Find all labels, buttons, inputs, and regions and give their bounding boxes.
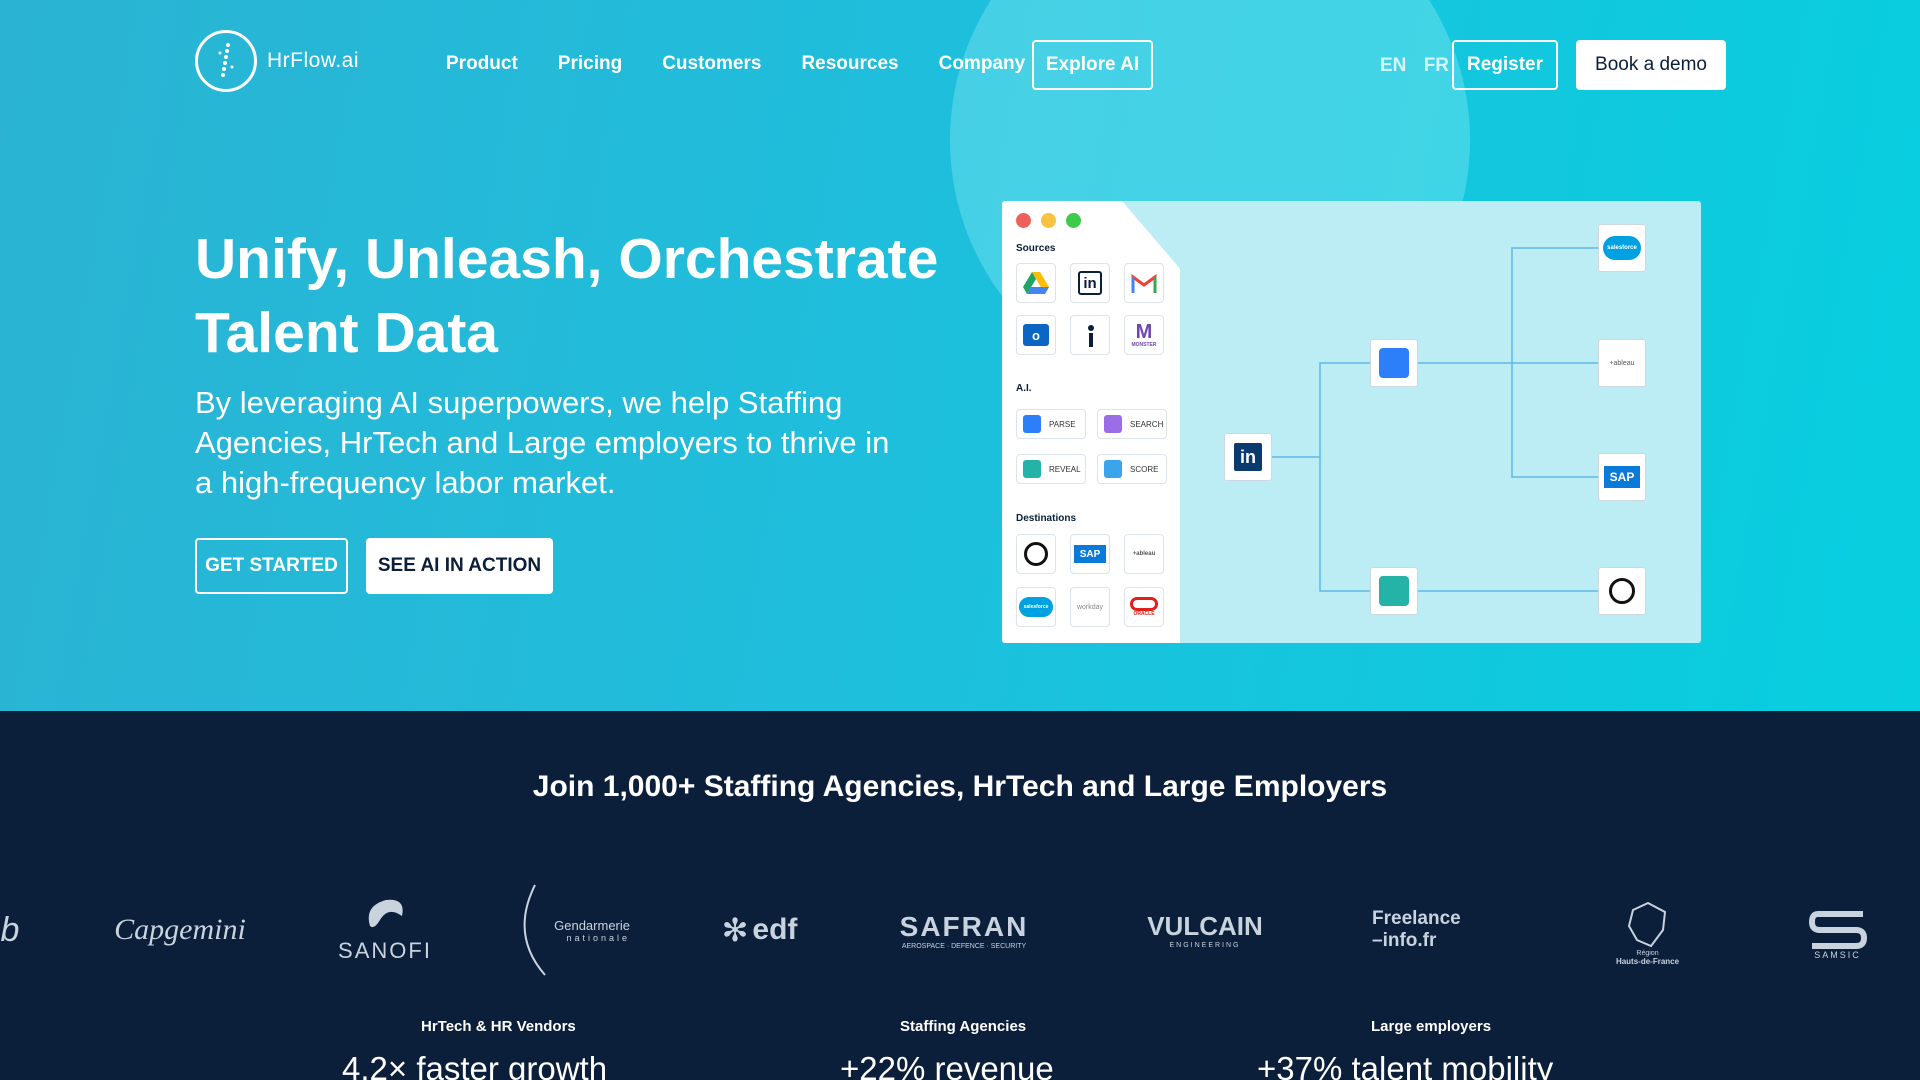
stat-label-hrtech: HrTech & HR Vendors [421,1018,576,1035]
stat-value-staffing: +22% revenue [840,1050,1054,1080]
explore-ai-button[interactable]: Explore AI [1032,40,1153,90]
vulcain-logo: VULCAIN ENGINEERING [1130,900,1280,960]
stat-value-hrtech: 4.2× faster growth [342,1050,608,1080]
sanofi-logo: SANOFI [335,890,435,970]
customer-logos: b Capgemini SANOFI Gendarmerie nationale… [0,880,1920,980]
region-text-1: Région [1636,949,1659,957]
get-started-button[interactable]: GET STARTED [195,538,348,594]
hrflow-logo-icon [195,30,257,92]
vulcain-tagline: ENGINEERING [1169,942,1241,949]
integrations-panel: Sources in o M MONSTER A.I. PARSE SEARCH… [1002,201,1180,643]
brand-logo[interactable]: HrFlow.ai [195,30,359,92]
book-demo-button[interactable]: Book a demo [1576,40,1726,90]
oracle-icon: ORACLE [1124,587,1164,627]
region-text-2: Hauts-de-France [1615,956,1680,966]
lang-fr[interactable]: FR [1424,55,1449,76]
gmail-icon [1124,263,1164,303]
samsic-text: SAMSIC [1814,950,1861,960]
sources-label: Sources [1016,243,1056,254]
freelance-info-logo: Freelance –info.fr [1372,900,1517,960]
reveal-label: REVEAL [1049,464,1081,474]
capgemini-logo: Capgemini [114,913,246,946]
region-hdf-logo: Région Hauts-de-France [1605,890,1690,975]
tableau-icon: +ableau [1124,534,1164,574]
oracle-text: ORACLE [1133,611,1155,617]
salesforce-node-text: salesforce [1603,236,1641,260]
score-chip: SCORE [1097,454,1167,484]
stat-value-employers: +37% talent mobility [1257,1050,1554,1080]
ai-label: A.I. [1016,383,1032,394]
main-nav: Product Pricing Customers Resources Comp… [446,53,1065,75]
reveal-node-icon [1370,567,1418,615]
search-label: SEARCH [1130,419,1164,429]
search-chip: SEARCH [1097,409,1167,439]
freelance-text-2: –info.fr [1372,930,1437,951]
monster-icon: M MONSTER [1124,315,1164,355]
linkedin-node-icon: in [1224,433,1272,481]
nav-customers[interactable]: Customers [662,53,761,75]
sap-text: SAP [1074,545,1106,563]
freelance-text-1: Freelance [1372,908,1461,929]
edf-text: edf [752,913,798,946]
brand-name: HrFlow.ai [267,49,360,72]
trust-heading: Join 1,000+ Staffing Agencies, HrTech an… [532,770,1388,803]
safran-tagline: AEROSPACE · DEFENCE · SECURITY [901,942,1027,950]
window-controls [1016,213,1091,228]
language-switcher: EN FR [1380,55,1461,77]
salesforce-node-icon: salesforce [1598,224,1646,272]
vulcain-text: VULCAIN [1147,911,1263,941]
safran-text: SAFRAN [899,910,1029,942]
register-button[interactable]: Register [1452,40,1558,90]
minimize-dot-icon [1041,213,1056,228]
indeed-icon [1070,315,1110,355]
safran-logo: SAFRAN AEROSPACE · DEFENCE · SECURITY [890,895,1038,965]
hero-section: HrFlow.ai Product Pricing Customers Reso… [0,0,1920,711]
parse-chip: PARSE [1016,409,1086,439]
google-drive-icon [1016,263,1056,303]
hero-title-line1: Unify, Unleash, Orchestrate [195,227,939,291]
mailchimp-icon [1016,534,1056,574]
tableau-node-icon: +ableau [1598,339,1646,387]
linkedin-icon: in [1070,263,1110,303]
stat-label-employers: Large employers [1371,1018,1492,1035]
nav-resources[interactable]: Resources [801,53,898,75]
workday-icon: workday [1070,587,1110,627]
edf-logo: ✻ edf [721,912,798,948]
gendarmerie-logo: Gendarmerie nationale [515,880,630,980]
sap-icon: SAP [1070,534,1110,574]
close-dot-icon [1016,213,1031,228]
parse-label: PARSE [1049,419,1076,429]
nav-pricing[interactable]: Pricing [558,53,622,75]
destinations-label: Destinations [1016,513,1077,524]
nav-company[interactable]: Company [939,53,1026,75]
outlook-icon: o [1016,315,1056,355]
sanofi-text: SANOFI [338,938,432,963]
reveal-chip: REVEAL [1016,454,1086,484]
parse-node-icon [1370,339,1418,387]
nav-product[interactable]: Product [446,53,518,75]
salesforce-text: salesforce [1019,597,1053,617]
monster-text: MONSTER [1131,342,1157,348]
maximize-dot-icon [1066,213,1081,228]
stat-label-staffing: Staffing Agencies [900,1018,1027,1035]
see-ai-in-action-button[interactable]: SEE AI IN ACTION [366,538,553,594]
hero-subtitle: By leveraging AI superpowers, we help St… [195,385,890,500]
salesforce-icon: salesforce [1016,587,1056,627]
mailchimp-node-icon [1598,567,1646,615]
samsic-logo: SAMSIC [1800,900,1875,970]
partial-logo: b [0,910,20,949]
score-label: SCORE [1130,464,1159,474]
sap-node-text: SAP [1604,466,1640,488]
hero-title: Unify, Unleash, Orchestrate Talent Data [195,222,955,370]
hero-title-line2: Talent Data [195,301,499,365]
workflow-illustration: Sources in o M MONSTER A.I. PARSE SEARCH… [1002,201,1701,643]
sap-node-icon: SAP [1598,453,1646,501]
lang-en[interactable]: EN [1380,55,1406,76]
